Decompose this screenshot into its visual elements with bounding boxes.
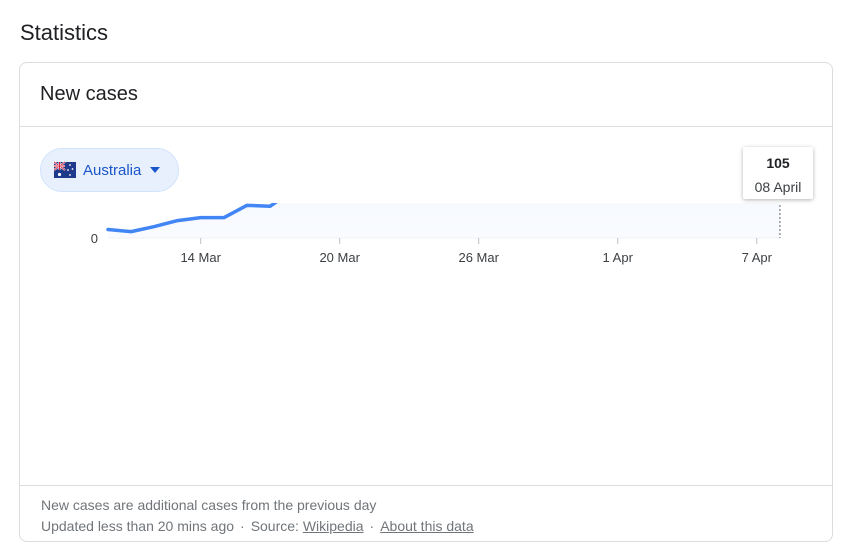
separator: ·	[240, 518, 245, 534]
separator: ·	[369, 518, 375, 534]
footer-meta: Updated less than 20 mins ago · Source: Wi…	[41, 516, 832, 537]
caret-down-icon	[150, 167, 161, 173]
x-tick-label: 1 Apr	[603, 250, 634, 265]
x-tick-label: 20 Mar	[319, 250, 360, 265]
wikipedia-link[interactable]: Wikipedia	[303, 518, 364, 534]
region-dropdown[interactable]: Australia	[40, 148, 179, 192]
region-label: Australia	[83, 161, 142, 179]
card-footer: New cases are additional cases from the …	[20, 485, 832, 541]
y-tick-label: 0	[91, 231, 98, 246]
about-data-link[interactable]: About this data	[380, 518, 473, 534]
australia-flag-icon	[54, 161, 76, 178]
new-cases-card: New cases Australia 010020030040050014 M…	[19, 62, 833, 542]
y-tick-label: 100	[76, 203, 98, 204]
footer-note: New cases are additional cases from the …	[41, 497, 377, 513]
area-fill	[108, 203, 780, 238]
tooltip-value: 105	[766, 155, 790, 171]
page-title: Statistics	[20, 20, 109, 45]
x-tick-label: 7 Apr	[742, 250, 773, 265]
new-cases-chart: 010020030040050014 Mar20 Mar26 Mar1 Apr7…	[76, 203, 781, 265]
updated-text: Updated less than 20 mins ago	[41, 518, 235, 534]
tooltip-date: 08 April	[754, 179, 802, 195]
x-tick-label: 26 Mar	[458, 250, 499, 265]
chart-tooltip: 105 08 April	[743, 147, 813, 199]
card-title: New cases	[20, 63, 832, 127]
source-label: Source:	[250, 518, 299, 534]
x-tick-label: 14 Mar	[180, 250, 221, 265]
